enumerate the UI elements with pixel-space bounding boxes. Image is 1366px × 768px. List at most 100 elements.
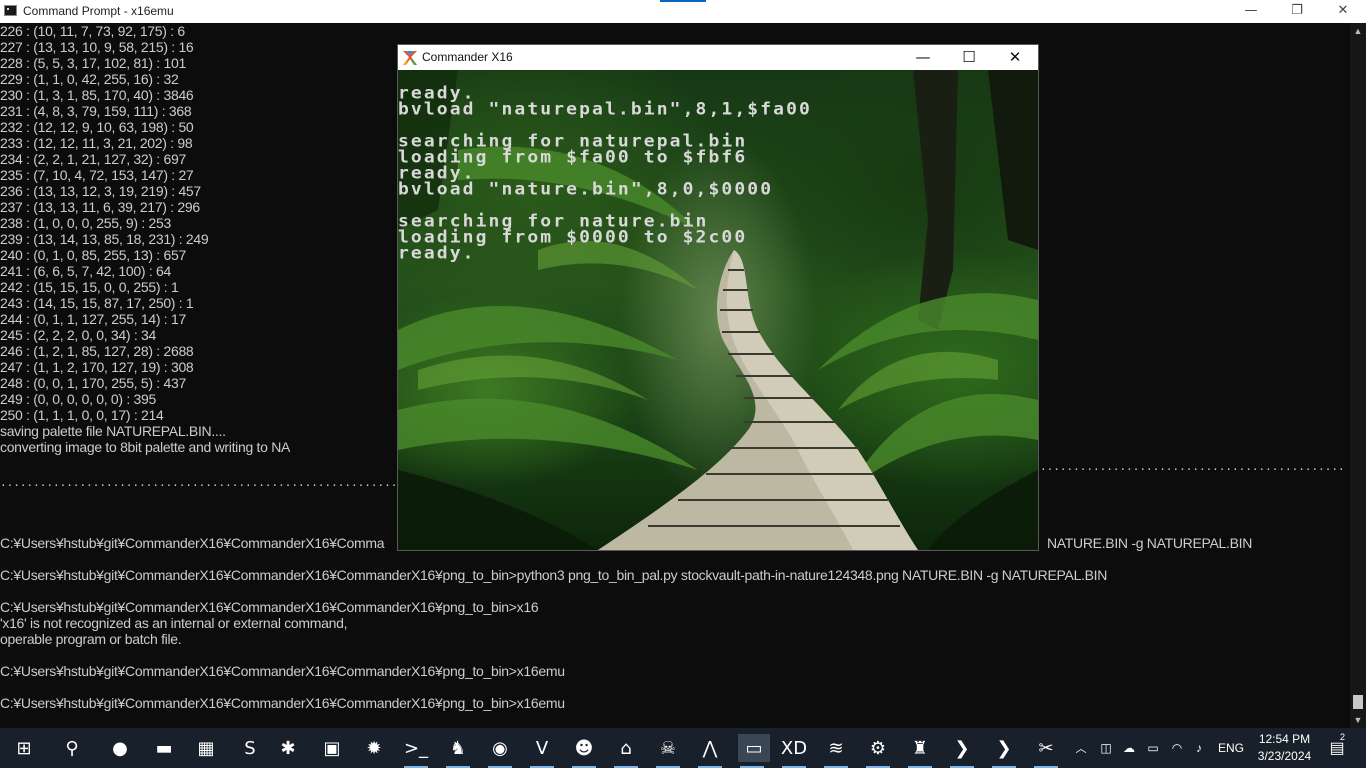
skull-glyph: ☠ bbox=[659, 737, 677, 759]
x16-maximize-button[interactable]: ☐ bbox=[946, 45, 992, 70]
console-command-python: C:¥Users¥hstub¥git¥CommanderX16¥Commande… bbox=[0, 567, 1108, 583]
meet-now-icon[interactable]: ◫ bbox=[1098, 728, 1114, 768]
terminal-icon[interactable]: >_ bbox=[402, 734, 430, 768]
volume-icon[interactable]: ♪ bbox=[1190, 728, 1208, 768]
console-line: 238 : (1, 0, 0, 0, 255, 9) : 253 bbox=[0, 215, 171, 231]
console-line: 241 : (6, 6, 5, 7, 42, 100) : 64 bbox=[0, 263, 171, 279]
console-command-x16emu: C:¥Users¥hstub¥git¥CommanderX16¥Commande… bbox=[0, 663, 565, 679]
search-icon[interactable]: ⚲ bbox=[58, 734, 86, 762]
cmd-titlebar[interactable]: Command Prompt - x16emu — ❐ ✕ bbox=[0, 0, 1366, 23]
minimize-button[interactable]: — bbox=[1228, 0, 1274, 23]
notification-center-icon[interactable]: ▤ bbox=[1322, 728, 1352, 768]
godot-glyph: ☻ bbox=[574, 737, 594, 759]
sublime-text-icon[interactable]: S bbox=[236, 734, 264, 762]
robot-app-glyph: ⚙ bbox=[869, 737, 887, 759]
console-line: 231 : (4, 8, 3, 79, 159, 111) : 368 bbox=[0, 103, 192, 119]
game-character-icon[interactable]: ♞ bbox=[444, 734, 472, 768]
console-line: 240 : (0, 1, 0, 85, 255, 13) : 657 bbox=[0, 247, 186, 263]
console-line: saving palette file NATUREPAL.BIN.... bbox=[0, 423, 226, 439]
chrome-icon[interactable]: ● bbox=[106, 734, 134, 762]
console-scrollbar[interactable]: ▲ ▼ bbox=[1350, 23, 1366, 728]
console-line: 249 : (0, 0, 0, 0, 0, 0) : 395 bbox=[0, 391, 156, 407]
vscode-icon[interactable]: ❯ bbox=[990, 734, 1018, 768]
chip-app-glyph: ▣ bbox=[323, 737, 341, 759]
x16-close-button[interactable]: ✕ bbox=[992, 45, 1038, 70]
skull-icon[interactable]: ☠ bbox=[654, 734, 682, 768]
powershell-icon[interactable]: ❯ bbox=[948, 734, 976, 768]
console-line: 250 : (1, 1, 1, 0, 0, 17) : 214 bbox=[0, 407, 164, 423]
progress-dots-right: ........................................… bbox=[1040, 460, 1345, 473]
restore-button[interactable]: ❐ bbox=[1274, 0, 1320, 23]
commander-x16-taskbar-glyph: ✂ bbox=[1038, 737, 1054, 759]
console-command-x16: C:¥Users¥hstub¥git¥CommanderX16¥Commande… bbox=[0, 599, 539, 615]
console-line: 236 : (13, 13, 12, 3, 19, 219) : 457 bbox=[0, 183, 201, 199]
console-line: 237 : (13, 13, 11, 6, 39, 217) : 296 bbox=[0, 199, 200, 215]
burst-app-icon[interactable]: ✹ bbox=[360, 734, 388, 762]
x16-basic-output: ready. bvload "naturepal.bin",8,1,$fa00 se… bbox=[398, 85, 1038, 262]
system-clock[interactable]: 12:54 PM 3/23/2024 bbox=[1252, 731, 1317, 765]
terminal-glyph: >_ bbox=[403, 737, 429, 759]
inkscape-glyph: ⋀ bbox=[702, 737, 718, 759]
console-line: converting image to 8bit palette and wri… bbox=[0, 439, 291, 455]
xd-app-icon[interactable]: XD bbox=[780, 734, 808, 768]
console-line: 233 : (12, 12, 11, 3, 21, 202) : 98 bbox=[0, 135, 193, 151]
console-line: 230 : (1, 3, 1, 85, 170, 40) : 3846 bbox=[0, 87, 194, 103]
console-line: 248 : (0, 0, 1, 170, 255, 5) : 437 bbox=[0, 375, 186, 391]
start-button-icon[interactable]: ⊞ bbox=[10, 734, 38, 762]
x16-window-glyph: ▭ bbox=[745, 737, 763, 759]
battery-icon[interactable]: ▭ bbox=[1144, 728, 1162, 768]
wifi-icon[interactable]: ◠ bbox=[1168, 728, 1186, 768]
bug-app-glyph: ✱ bbox=[280, 737, 296, 759]
search-glyph: ⚲ bbox=[65, 737, 79, 759]
pixel-creature-glyph: ♜ bbox=[911, 737, 929, 759]
calculator-icon[interactable]: ▦ bbox=[192, 734, 220, 762]
xd-app-glyph: XD bbox=[780, 737, 808, 759]
language-indicator[interactable]: ENG bbox=[1216, 728, 1246, 768]
scroll-down-icon[interactable]: ▼ bbox=[1350, 712, 1366, 728]
x16-emulator-window[interactable]: Commander X16 — ☐ ✕ ready. bvload "natur… bbox=[398, 45, 1038, 550]
robot-app-icon[interactable]: ⚙ bbox=[864, 734, 892, 768]
file-explorer-glyph: ▬ bbox=[155, 737, 173, 759]
console-line: 242 : (15, 15, 15, 0, 0, 255) : 1 bbox=[0, 279, 179, 295]
console-line: 246 : (1, 2, 1, 85, 127, 28) : 2688 bbox=[0, 343, 194, 359]
reptile-app-glyph: ≋ bbox=[828, 737, 844, 759]
reptile-app-icon[interactable]: ≋ bbox=[822, 734, 850, 768]
burst-app-glyph: ✹ bbox=[366, 737, 382, 759]
inkscape-icon[interactable]: ⋀ bbox=[696, 734, 724, 768]
file-explorer-icon[interactable]: ▬ bbox=[150, 734, 178, 762]
console-error-line: operable program or batch file. bbox=[0, 631, 182, 647]
x16-window-icon[interactable]: ▭ bbox=[738, 734, 770, 768]
scroll-up-icon[interactable]: ▲ bbox=[1350, 23, 1366, 39]
vscode-glyph: ❯ bbox=[996, 737, 1012, 759]
console-line: 235 : (7, 10, 4, 72, 153, 147) : 27 bbox=[0, 167, 194, 183]
commander-x16-taskbar-icon[interactable]: ✂ bbox=[1032, 734, 1060, 768]
x16-minimize-button[interactable]: — bbox=[900, 45, 946, 70]
ufo-app-icon[interactable]: ⌂ bbox=[612, 734, 640, 768]
pixel-creature-icon[interactable]: ♜ bbox=[906, 734, 934, 768]
bug-app-icon[interactable]: ✱ bbox=[274, 734, 302, 762]
x16-screen-line: loading from $0000 to $2c00 bbox=[398, 227, 748, 248]
close-button[interactable]: ✕ bbox=[1320, 0, 1366, 23]
godot-icon[interactable]: ☻ bbox=[570, 734, 598, 768]
powershell-glyph: ❯ bbox=[954, 737, 970, 759]
game-character-glyph: ♞ bbox=[449, 737, 467, 759]
x16-titlebar[interactable]: Commander X16 — ☐ ✕ bbox=[398, 45, 1038, 70]
console-command-partial: C:¥Users¥hstub¥git¥CommanderX16¥Commande… bbox=[0, 535, 385, 551]
console-error-line: 'x16' is not recognized as an internal o… bbox=[0, 615, 348, 631]
x16-screen[interactable]: ready. bvload "naturepal.bin",8,1,$fa00 se… bbox=[398, 70, 1038, 550]
chip-app-icon[interactable]: ▣ bbox=[318, 734, 346, 762]
show-hidden-icons-chevron-icon[interactable]: ︿ bbox=[1072, 728, 1090, 768]
firefox-icon[interactable]: ◉ bbox=[486, 734, 514, 768]
command-prompt-icon bbox=[4, 5, 17, 16]
vnc-viewer-icon[interactable]: V bbox=[528, 734, 556, 768]
console-command-partial-tail: NATURE.BIN -g NATUREPAL.BIN bbox=[1047, 535, 1253, 551]
scrollbar-thumb[interactable] bbox=[1353, 695, 1363, 709]
console-line: 227 : (13, 13, 10, 9, 58, 215) : 16 bbox=[0, 39, 194, 55]
console-line: 244 : (0, 1, 1, 127, 255, 14) : 17 bbox=[0, 311, 186, 327]
console-line: 232 : (12, 12, 9, 10, 63, 198) : 50 bbox=[0, 119, 194, 135]
start-button-glyph: ⊞ bbox=[16, 737, 32, 759]
clock-time: 12:54 PM bbox=[1258, 732, 1311, 746]
console-line: 243 : (14, 15, 15, 87, 17, 250) : 1 bbox=[0, 295, 194, 311]
onedrive-cloud-icon[interactable]: ☁ bbox=[1120, 728, 1138, 768]
cmd-window-title: Command Prompt - x16emu bbox=[23, 4, 174, 18]
